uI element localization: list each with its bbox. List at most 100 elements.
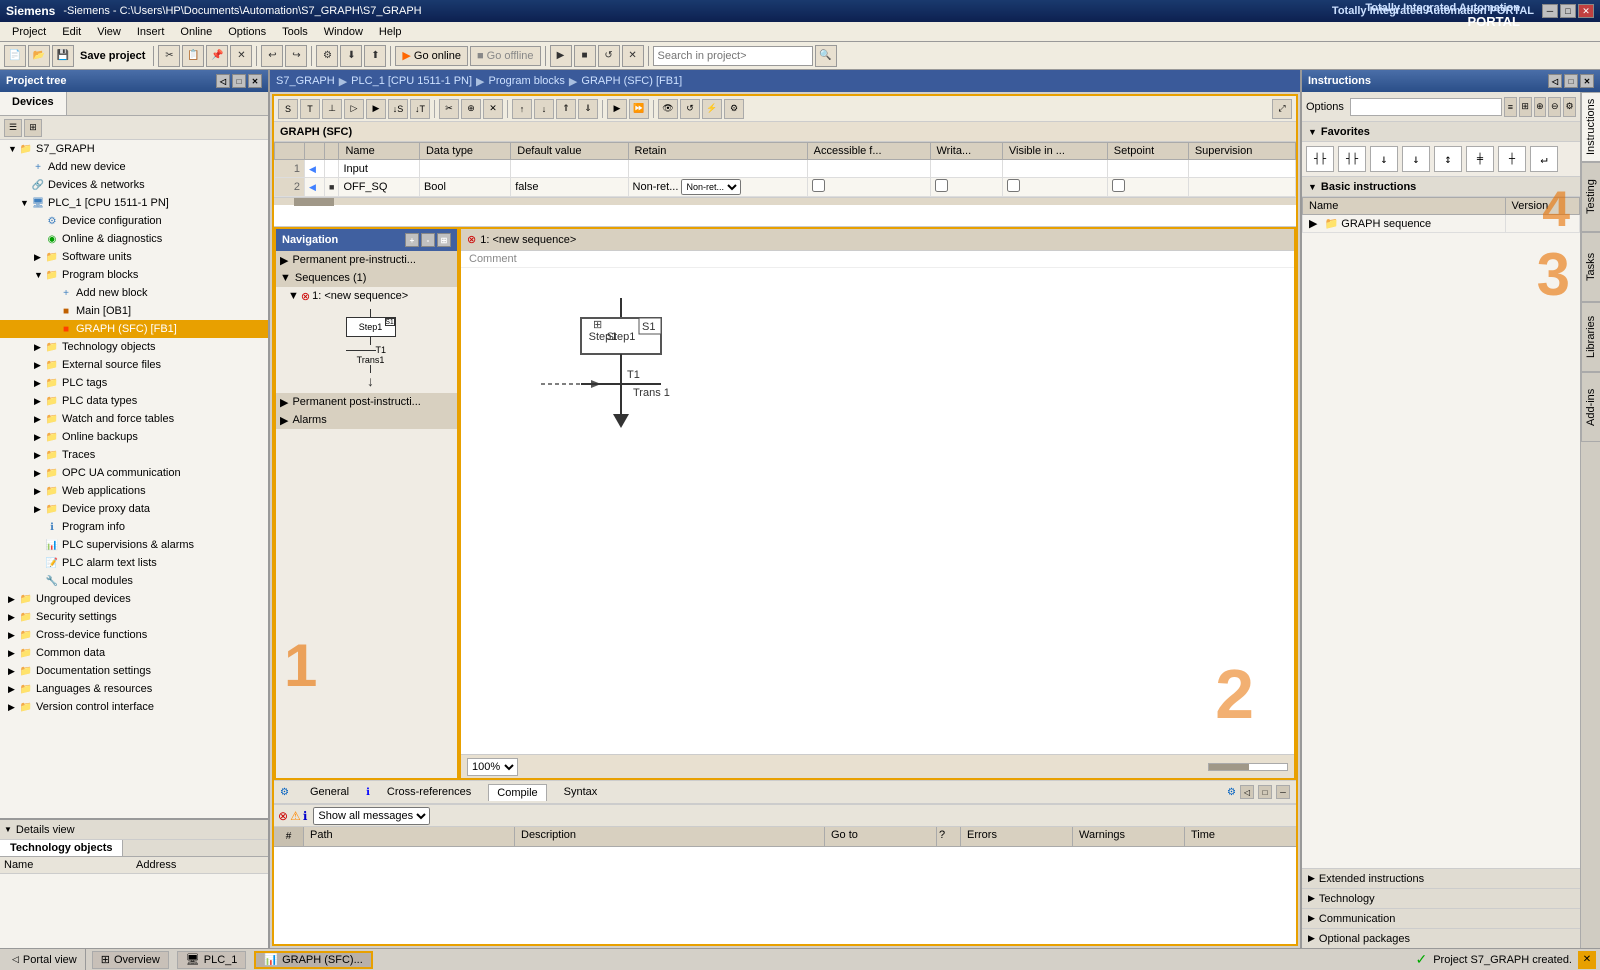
download-button[interactable]: ⬇ [340, 45, 362, 67]
tab-devices[interactable]: Devices [0, 92, 67, 115]
side-tab-testing[interactable]: Testing [1581, 162, 1600, 232]
tree-item-devices-networks[interactable]: 🔗 Devices & networks [0, 176, 268, 194]
scrollbar-thumb[interactable] [294, 198, 334, 206]
tree-item-security[interactable]: ▶ 📁 Security settings [0, 608, 268, 626]
stop-cpu-button[interactable]: ■ [574, 45, 596, 67]
side-tab-libraries[interactable]: Libraries [1581, 302, 1600, 372]
details-expand-arrow[interactable]: ▼ [4, 825, 12, 834]
extended-instructions-section[interactable]: ▶ Extended instructions [1302, 868, 1580, 888]
tree-item-traces[interactable]: ▶ 📁 Traces [0, 446, 268, 464]
favorites-header[interactable]: ▼ Favorites [1302, 122, 1580, 142]
tree-item-program-blocks[interactable]: ▼ 📁 Program blocks [0, 266, 268, 284]
writable-check[interactable] [935, 179, 948, 192]
tree-item-online-backups[interactable]: ▶ 📁 Online backups [0, 428, 268, 446]
expand-arrow[interactable]: ▶ [34, 450, 44, 461]
fullscreen-btn[interactable]: ⤢ [1272, 99, 1292, 119]
communication-section[interactable]: ▶ Communication [1302, 908, 1580, 928]
panel-float-button[interactable]: □ [232, 74, 246, 88]
nav-fit-btn[interactable]: ⊞ [437, 233, 451, 247]
fav-cross[interactable]: ┼ [1498, 146, 1526, 172]
cut-button[interactable]: ✂ [158, 45, 180, 67]
inst-search-input[interactable] [1350, 98, 1502, 116]
settings-btn[interactable]: ⚙ [724, 99, 744, 119]
inst-collapse-btn[interactable]: ⊖ [1548, 97, 1561, 117]
redo-button[interactable]: ↪ [285, 45, 307, 67]
expand-arrow[interactable]: ▶ [8, 612, 18, 623]
tree-item-ungrouped[interactable]: ▶ 📁 Ungrouped devices [0, 590, 268, 608]
side-tab-instructions[interactable]: Instructions [1581, 92, 1600, 162]
nav-sequence-item[interactable]: ▼ ⊗ 1: <new sequence> [284, 287, 457, 305]
menu-view[interactable]: View [89, 24, 129, 40]
row-name[interactable]: Input [339, 160, 420, 178]
portal-view-btn[interactable]: ◁ Portal view [4, 949, 86, 970]
breadcrumb-plc1[interactable]: PLC_1 [CPU 1511-1 PN] [351, 75, 472, 87]
prop-tab-general[interactable]: General [301, 783, 358, 801]
expand-arrow[interactable]: ▶ [34, 360, 44, 371]
graph-taskbar-item[interactable]: 📊 GRAPH (SFC)... [254, 951, 372, 969]
tree-item-plc1[interactable]: ▼ 🖥 PLC_1 [CPU 1511-1 PN] [0, 194, 268, 212]
insert-trans-btn[interactable]: ↓T [410, 99, 430, 119]
inst-close-btn[interactable]: ✕ [1580, 74, 1594, 88]
details-tab-technology[interactable]: Technology objects [0, 840, 123, 856]
open-button[interactable]: 📂 [28, 45, 50, 67]
fav-connect-right[interactable]: ┤├ [1338, 146, 1366, 172]
expand-arrow[interactable]: ▼ [20, 198, 30, 208]
tree-item-opc-ua[interactable]: ▶ 📁 OPC UA communication [0, 464, 268, 482]
menu-edit[interactable]: Edit [54, 24, 89, 40]
warning-icon[interactable]: ⚠ [290, 809, 301, 823]
expand-arrow[interactable]: ▼ [8, 144, 18, 154]
expand-arrow[interactable]: ▶ [8, 630, 18, 641]
inst-list-btn[interactable]: ≡ [1504, 97, 1517, 117]
tree-item-alarm-texts[interactable]: 📝 PLC alarm text lists [0, 554, 268, 572]
expand-arrow[interactable]: ▶ [34, 414, 44, 425]
sfc-canvas[interactable]: S1 ⊞ Step1 Step1 T1 Trans 1 2 [461, 268, 1294, 754]
tree-item-technology[interactable]: ▶ 📁 Technology objects [0, 338, 268, 356]
mini-step-s1[interactable]: S1 Step1 [346, 317, 396, 337]
menu-help[interactable]: Help [371, 24, 410, 40]
overview-taskbar-item[interactable]: ⊞ Overview [92, 951, 169, 969]
tree-item-main-ob1[interactable]: ■ Main [OB1] [0, 302, 268, 320]
tree-item-web-apps[interactable]: ▶ 📁 Web applications [0, 482, 268, 500]
fav-cross-set[interactable]: ╪ [1466, 146, 1494, 172]
tree-content[interactable]: ▼ 📁 S7_GRAPH + Add new device 🔗 Devices … [0, 140, 268, 818]
up2-btn[interactable]: ⇑ [556, 99, 576, 119]
tree-item-watch-tables[interactable]: ▶ 📁 Watch and force tables [0, 410, 268, 428]
menu-window[interactable]: Window [316, 24, 371, 40]
inst-pin-btn[interactable]: ◁ [1548, 74, 1562, 88]
expand-arrow[interactable]: ▼ [34, 270, 44, 280]
expand-arrow[interactable]: ▶ [8, 594, 18, 605]
tree-item-external-files[interactable]: ▶ 📁 External source files [0, 356, 268, 374]
side-tab-addins[interactable]: Add-ins [1581, 372, 1600, 442]
tree-item-root[interactable]: ▼ 📁 S7_GRAPH [0, 140, 268, 158]
disconnect-button[interactable]: ✕ [622, 45, 644, 67]
undo-button[interactable]: ↩ [261, 45, 283, 67]
tree-view-btn[interactable]: ☰ [4, 119, 22, 137]
expand-arrow[interactable]: ▶ [34, 504, 44, 515]
down-btn[interactable]: ↓ [534, 99, 554, 119]
fav-down-coil[interactable]: ↓ [1370, 146, 1398, 172]
technology-section[interactable]: ▶ Technology [1302, 888, 1580, 908]
panel-close-button[interactable]: ✕ [248, 74, 262, 88]
run2-btn[interactable]: ⏩ [629, 99, 649, 119]
nav-zoom-out-btn[interactable]: - [421, 233, 435, 247]
tree-item-version-control[interactable]: ▶ 📁 Version control interface [0, 698, 268, 716]
tree-item-plc-data-types[interactable]: ▶ 📁 PLC data types [0, 392, 268, 410]
tree-item-doc-settings[interactable]: ▶ 📁 Documentation settings [0, 662, 268, 680]
prop-tab-cross[interactable]: Cross-references [378, 783, 480, 801]
menu-tools[interactable]: Tools [274, 24, 316, 40]
tree-item-cross-device[interactable]: ▶ 📁 Cross-device functions [0, 626, 268, 644]
expand-arrow[interactable]: ▶ [34, 468, 44, 479]
zoom-slider-thumb[interactable] [1209, 764, 1249, 770]
delete-btn[interactable]: ✕ [483, 99, 503, 119]
start-cpu-button[interactable]: ▶ [550, 45, 572, 67]
accessible-check[interactable] [812, 179, 825, 192]
row-retain[interactable]: Non-ret... Non-ret... [628, 178, 807, 197]
go-online-button[interactable]: ▶ Go online [395, 46, 468, 66]
paste-button[interactable]: 📌 [206, 45, 228, 67]
panel-pin-button[interactable]: ◁ [216, 74, 230, 88]
notification-btn[interactable]: ✕ [1578, 951, 1596, 969]
breadcrumb-program-blocks[interactable]: Program blocks [489, 75, 565, 87]
nav-section-sequences[interactable]: ▼ Sequences (1) [276, 269, 457, 287]
inst-settings-btn[interactable]: ⚙ [1563, 97, 1576, 117]
expand-arrow[interactable]: ▶ [34, 486, 44, 497]
